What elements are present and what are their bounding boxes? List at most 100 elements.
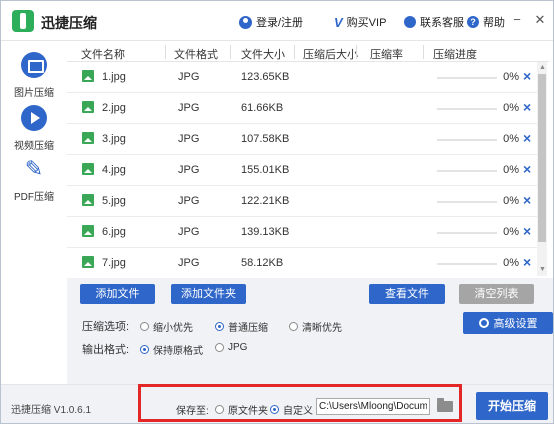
progress-bar [437, 77, 497, 79]
table-body: 1.jpg JPG 123.65KB 0% × 2.jpg JPG 61.66K… [67, 62, 537, 276]
progress-text: 0% [503, 102, 519, 114]
table-row[interactable]: 5.jpg JPG 122.21KB 0% × [67, 186, 537, 217]
version-text: 迅捷压缩 V1.0.6.1 [11, 405, 92, 416]
image-file-icon [82, 132, 94, 144]
radio-label: 缩小优先 [153, 323, 193, 334]
column-header: 文件大小 [241, 49, 285, 61]
folder-icon[interactable] [437, 398, 453, 412]
file-name: 3.jpg [102, 133, 126, 145]
remove-icon[interactable]: × [523, 192, 531, 208]
remove-icon[interactable]: × [523, 161, 531, 177]
file-table: 文件名称 文件格式 文件大小 压缩后大小 压缩率 压缩进度 1.jpg JPG … [67, 42, 549, 276]
vip-icon: V [334, 14, 343, 30]
play-icon [21, 105, 47, 131]
user-icon [239, 15, 252, 29]
file-format: JPG [178, 164, 200, 176]
column-header: 压缩进度 [433, 49, 477, 61]
table-row[interactable]: 7.jpg JPG 58.12KB 0% × [67, 248, 537, 276]
column-divider [294, 45, 295, 59]
radio-shrink-first[interactable]: 缩小优先 [140, 319, 193, 334]
file-size: 155.01KB [241, 164, 290, 176]
progress-text: 0% [503, 71, 519, 83]
progress-bar [437, 263, 497, 265]
radio-normal-compress[interactable]: 普通压缩 [215, 319, 268, 334]
settings-panel: 添加文件 添加文件夹 查看文件 清空列表 压缩选项: 缩小优先 普通压缩 清晰优… [67, 278, 553, 384]
radio-jpg[interactable]: JPG [215, 342, 247, 353]
file-size: 61.66KB [241, 102, 284, 114]
add-folder-button[interactable]: 添加文件夹 [171, 284, 246, 304]
app-logo-icon [12, 10, 34, 32]
table-row[interactable]: 3.jpg JPG 107.58KB 0% × [67, 124, 537, 155]
progress-bar [437, 232, 497, 234]
remove-icon[interactable]: × [523, 130, 531, 146]
clear-list-button[interactable]: 清空列表 [459, 284, 534, 304]
sidebar-item-video-compress[interactable]: 视频压缩 [1, 105, 67, 152]
file-name: 1.jpg [102, 71, 126, 83]
advanced-settings-button[interactable]: 高级设置 [463, 312, 553, 334]
remove-icon[interactable]: × [523, 223, 531, 239]
file-name: 5.jpg [102, 195, 126, 207]
image-file-icon [82, 194, 94, 206]
file-name: 4.jpg [102, 164, 126, 176]
sidebar: 图片压缩 视频压缩 ✎ PDF压缩 [1, 42, 67, 382]
table-row[interactable]: 4.jpg JPG 155.01KB 0% × [67, 155, 537, 186]
save-path-input[interactable] [316, 398, 430, 415]
progress-text: 0% [503, 257, 519, 269]
help-label: 帮助 [483, 17, 505, 29]
sidebar-item-label: PDF压缩 [14, 192, 54, 203]
progress-text: 0% [503, 226, 519, 238]
column-header: 文件名称 [81, 49, 125, 61]
column-divider [165, 45, 166, 59]
file-format: JPG [178, 102, 200, 114]
radio-label: 清晰优先 [302, 323, 342, 334]
sidebar-item-pdf-compress[interactable]: ✎ PDF压缩 [1, 156, 67, 203]
radio-clarity-first[interactable]: 清晰优先 [289, 319, 342, 334]
app-window: 迅捷压缩 登录/注册 V 购买VIP 联系客服 ? 帮助 − ✕ 图片压缩 视频… [0, 0, 554, 424]
table-header: 文件名称 文件格式 文件大小 压缩后大小 压缩率 压缩进度 [67, 42, 549, 62]
buy-vip-label: 购买VIP [346, 17, 387, 29]
column-divider [423, 45, 424, 59]
radio-original-folder[interactable]: 原文件夹 [215, 402, 268, 417]
contact-service-link[interactable]: 联系客服 [404, 14, 464, 30]
view-files-button[interactable]: 查看文件 [369, 284, 445, 304]
progress-bar [437, 139, 497, 141]
radio-custom-folder[interactable]: 自定义 [270, 402, 313, 417]
progress-bar [437, 170, 497, 172]
sidebar-item-image-compress[interactable]: 图片压缩 [1, 52, 67, 99]
login-link[interactable]: 登录/注册 [239, 14, 303, 30]
radio-label: 保持原格式 [153, 346, 203, 357]
scroll-down-icon[interactable]: ▼ [539, 266, 546, 273]
column-divider [230, 45, 231, 59]
remove-icon[interactable]: × [523, 99, 531, 115]
buy-vip-link[interactable]: V 购买VIP [334, 14, 386, 30]
radio-label: 自定义 [283, 406, 313, 417]
radio-circle [289, 322, 298, 331]
radio-circle [140, 322, 149, 331]
save-to-label: 保存至: [176, 406, 209, 417]
remove-icon[interactable]: × [523, 254, 531, 270]
radio-label: JPG [228, 342, 248, 353]
image-icon [21, 52, 47, 78]
radio-circle [140, 345, 149, 354]
image-file-icon [82, 256, 94, 268]
add-file-button[interactable]: 添加文件 [80, 284, 155, 304]
progress-text: 0% [503, 164, 519, 176]
progress-bar [437, 108, 497, 110]
table-row[interactable]: 1.jpg JPG 123.65KB 0% × [67, 62, 537, 93]
minimize-button[interactable]: − [510, 12, 524, 27]
column-header: 压缩后大小 [303, 49, 358, 61]
radio-keep-format[interactable]: 保持原格式 [140, 342, 203, 357]
file-name: 6.jpg [102, 226, 126, 238]
close-button[interactable]: ✕ [533, 12, 547, 28]
start-compress-button[interactable]: 开始压缩 [476, 392, 548, 420]
column-divider [356, 45, 357, 59]
table-row[interactable]: 2.jpg JPG 61.66KB 0% × [67, 93, 537, 124]
file-size: 139.13KB [241, 226, 290, 238]
service-icon [404, 16, 416, 28]
column-header: 文件格式 [174, 49, 218, 61]
remove-icon[interactable]: × [523, 68, 531, 84]
help-link[interactable]: ? 帮助 [467, 14, 505, 30]
scroll-up-icon[interactable]: ▲ [539, 64, 546, 71]
table-row[interactable]: 6.jpg JPG 139.13KB 0% × [67, 217, 537, 248]
scrollbar-thumb[interactable] [538, 74, 546, 242]
